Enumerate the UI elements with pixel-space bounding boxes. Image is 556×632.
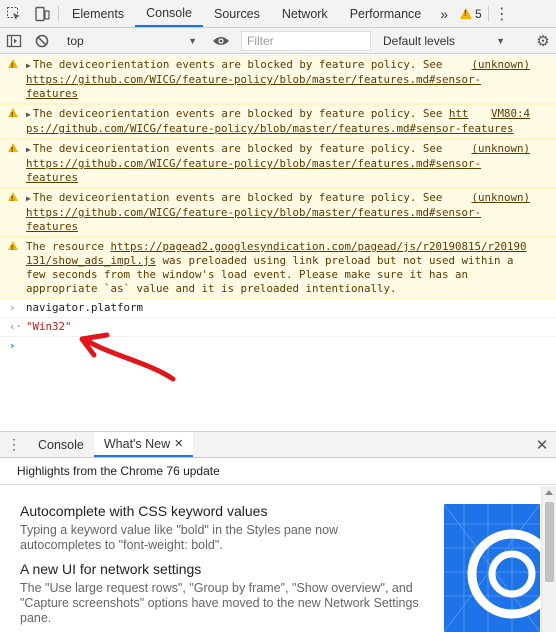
whats-new-panel: Autocomplete with CSS keyword values Typ… — [0, 486, 556, 632]
inspect-element-icon[interactable] — [0, 0, 28, 27]
feature-description: The "Use large request rows", "Group by … — [20, 581, 419, 625]
tab-network-label: Network — [281, 6, 328, 21]
feature-description: Typing a keyword value like "bold" in th… — [20, 523, 339, 552]
tab-network[interactable]: Network — [271, 0, 339, 27]
warning-icon — [8, 241, 18, 256]
message-link[interactable]: https://github.com/WICG/feature-policy/b… — [26, 157, 481, 184]
message-text: The deviceorientation events are blocked… — [32, 107, 449, 120]
scroll-up-icon[interactable] — [545, 490, 553, 495]
message-source-link[interactable]: (unknown) — [471, 58, 530, 72]
message-link[interactable]: https://github.com/WICG/feature-policy/b… — [26, 206, 481, 233]
whats-new-scrollbar[interactable] — [541, 486, 556, 632]
console-result-value[interactable]: "Win32" — [26, 320, 72, 333]
console-warning-message: VM80:4 ▶The deviceorientation events are… — [0, 104, 556, 139]
gear-icon[interactable]: ⚙ — [530, 32, 556, 50]
console-warning-message: (unknown) ▶The deviceorientation events … — [0, 139, 556, 188]
message-text: The deviceorientation events are blocked… — [32, 142, 443, 155]
expand-triangle-icon[interactable]: ▶ — [26, 194, 31, 203]
console-result-row: ‹· "Win32" — [0, 318, 556, 337]
warning-icon — [8, 59, 18, 74]
tab-console[interactable]: Console — [135, 0, 203, 27]
warning-icon — [8, 192, 18, 207]
device-toolbar-icon[interactable] — [28, 0, 56, 27]
input-chevron-icon: › — [9, 301, 16, 314]
tab-sources[interactable]: Sources — [203, 0, 271, 27]
expand-triangle-icon[interactable]: ▶ — [26, 145, 31, 154]
sidebar-toggle-icon[interactable] — [0, 33, 28, 49]
tab-console-label: Console — [146, 5, 192, 20]
warning-icon — [8, 108, 18, 123]
output-arrow-icon: ‹· — [9, 320, 23, 333]
close-drawer-button[interactable]: ✕ — [528, 432, 556, 457]
more-tabs-button[interactable]: » — [432, 0, 456, 27]
message-text: The deviceorientation events are blocked… — [32, 191, 443, 204]
console-output: (unknown) ▶The deviceorientation events … — [0, 55, 556, 430]
console-input-row: › navigator.platform — [0, 299, 556, 318]
customize-menu-button[interactable]: ⋮ — [491, 0, 513, 27]
message-link[interactable]: ps://github.com/WICG/feature-policy/blob… — [26, 122, 514, 135]
context-selector[interactable]: top ▼ — [61, 31, 203, 51]
toolbar-divider — [487, 6, 489, 21]
feature-item: A new UI for network settings The "Use l… — [20, 560, 420, 626]
chrome-update-illustration — [444, 504, 540, 632]
tab-elements-label: Elements — [72, 6, 125, 21]
feature-item: Autocomplete with CSS keyword values Typ… — [20, 502, 420, 553]
feature-title[interactable]: Autocomplete with CSS keyword values — [20, 502, 420, 520]
console-preload-warning: The resource https://pagead2.googlesyndi… — [0, 237, 556, 299]
scrollbar-thumb[interactable] — [545, 502, 554, 582]
message-text: The deviceorientation events are blocked… — [32, 58, 443, 71]
chevron-down-icon: ▼ — [188, 35, 197, 46]
drawer-menu-icon[interactable]: ⋮ — [0, 432, 28, 457]
tab-sources-label: Sources — [213, 6, 260, 21]
highlights-title: Highlights from the Chrome 76 update — [17, 464, 220, 478]
toolbar-divider — [58, 6, 59, 21]
console-input-text[interactable]: navigator.platform — [26, 301, 143, 314]
drawer-tab-console[interactable]: Console — [28, 432, 94, 457]
drawer-tab-console-label: Console — [38, 437, 84, 452]
tab-performance[interactable]: Performance — [339, 0, 433, 27]
log-levels-dropdown[interactable]: Default levels ▼ — [379, 34, 509, 48]
warning-count: 5 — [475, 6, 482, 21]
drawer-tab-bar: ⋮ Console What's New ✕ ✕ — [0, 431, 556, 458]
preload-prefix: The resource — [26, 240, 111, 253]
warning-icon — [8, 143, 18, 158]
clear-console-icon[interactable] — [28, 33, 56, 49]
log-levels-value: Default levels — [383, 33, 456, 48]
tab-performance-label: Performance — [349, 6, 422, 21]
chevron-down-icon: ▼ — [496, 35, 505, 46]
console-warning-message: (unknown) ▶The deviceorientation events … — [0, 188, 556, 237]
eye-icon[interactable] — [208, 35, 234, 47]
prompt-icon: › — [9, 339, 16, 352]
expand-triangle-icon[interactable]: ▶ — [26, 110, 31, 119]
message-link[interactable]: https://github.com/WICG/feature-policy/b… — [26, 73, 481, 100]
message-link-start[interactable]: htt — [449, 107, 469, 120]
tab-elements[interactable]: Elements — [61, 0, 135, 27]
filter-input[interactable] — [241, 30, 371, 51]
message-source-link[interactable]: VM80:4 — [491, 107, 530, 121]
message-source-link[interactable]: (unknown) — [471, 142, 530, 156]
console-warning-message: (unknown) ▶The deviceorientation events … — [0, 55, 556, 104]
whats-new-header: Highlights from the Chrome 76 update — [0, 458, 556, 485]
drawer-tab-whats-new[interactable]: What's New ✕ — [93, 432, 194, 457]
message-source-link[interactable]: (unknown) — [471, 191, 530, 205]
context-value: top — [67, 33, 84, 48]
expand-triangle-icon[interactable]: ▶ — [26, 61, 31, 70]
console-prompt[interactable]: › — [0, 337, 556, 352]
devtools-tab-bar: Elements Console Sources Network Perform… — [0, 0, 556, 28]
feature-title[interactable]: A new UI for network settings — [20, 560, 420, 578]
console-toolbar: top ▼ Default levels ▼ ⚙ — [0, 28, 556, 54]
drawer-tab-whats-new-label: What's New — [103, 436, 171, 451]
close-icon[interactable]: ✕ — [174, 437, 183, 450]
warnings-counter[interactable]: 5 — [456, 0, 486, 27]
warning-icon — [460, 8, 473, 19]
